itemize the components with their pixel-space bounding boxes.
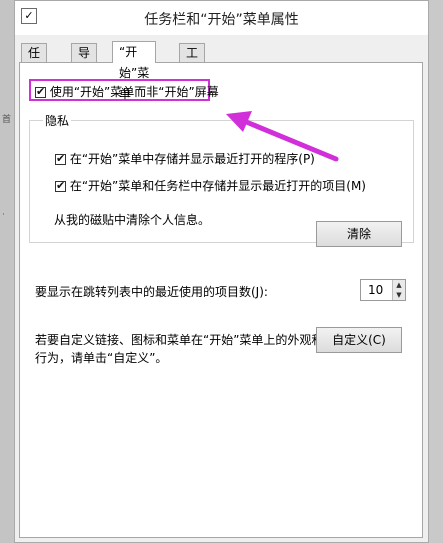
dialog-title: 任务栏和“开始”菜单属性 — [144, 12, 299, 28]
jump-list-count-stepper[interactable]: 10 ▲ ▼ — [360, 279, 406, 301]
customize-text-line1: 若要自定义链接、图标和菜单在“开始”菜单上的外观和 — [35, 333, 324, 347]
store-items-label: 在“开始”菜单和任务栏中存储并显示最近打开的项目(M) — [69, 179, 366, 193]
start-menu-panel: 使用“开始”菜单而非“开始”屏幕 隐私 在“开始”菜单中存储并显示最近打开的程序… — [19, 62, 423, 538]
background-glyph: · — [2, 210, 5, 220]
privacy-group-label: 隐私 — [43, 112, 72, 129]
spin-up-icon[interactable]: ▲ — [392, 280, 405, 290]
tab-start-menu[interactable]: “开始”菜单 — [112, 41, 157, 101]
clear-button[interactable]: 清除 — [316, 221, 402, 247]
use-start-menu-label: 使用“开始”菜单而非“开始”屏幕 — [49, 85, 219, 99]
customize-text-line2: 行为，请单击“自定义”。 — [35, 351, 168, 365]
tab-taskbar[interactable]: 任务栏 — [21, 43, 48, 98]
store-programs-checkbox[interactable] — [55, 152, 66, 165]
jump-list-label: 要显示在跳转列表中的最近使用的项目数(J): — [35, 285, 268, 299]
store-items-checkbox[interactable] — [55, 179, 66, 192]
tab-toolbars[interactable]: 工具栏 — [179, 43, 206, 98]
tab-navigation[interactable]: 导航 — [71, 43, 98, 79]
store-programs-option[interactable]: 在“开始”菜单中存储并显示最近打开的程序(P) — [55, 150, 315, 167]
customize-button[interactable]: 自定义(C) — [316, 327, 402, 353]
clear-info-text: 从我的磁贴中清除个人信息。 — [54, 213, 211, 227]
properties-dialog: ✓ 任务栏和“开始”菜单属性 任务栏 导航 “开始”菜单 工具栏 使用“开始”菜… — [14, 0, 429, 543]
use-start-menu-checkbox[interactable] — [35, 85, 46, 98]
background-glyph: 首 — [2, 115, 12, 125]
background-window-strip-right — [429, 0, 443, 543]
spin-down-icon[interactable]: ▼ — [392, 290, 405, 300]
store-programs-label: 在“开始”菜单中存储并显示最近打开的程序(P) — [69, 152, 315, 166]
background-window-strip: 首 · — [0, 0, 14, 543]
jump-list-count-value: 10 — [368, 283, 384, 297]
store-items-option[interactable]: 在“开始”菜单和任务栏中存储并显示最近打开的项目(M) — [55, 177, 366, 194]
title-bar: ✓ 任务栏和“开始”菜单属性 — [15, 1, 428, 35]
